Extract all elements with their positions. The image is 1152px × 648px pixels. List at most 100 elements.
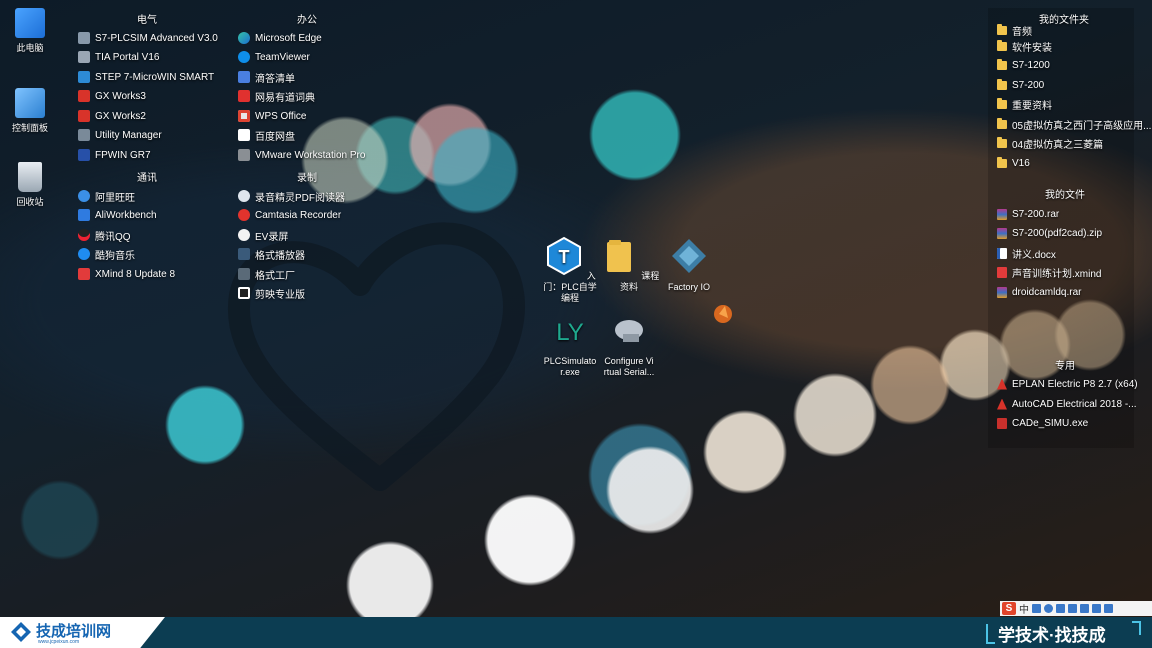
shortcut-aliworkbench[interactable]: AliWorkbench (78, 206, 157, 224)
docx-icon (997, 247, 1007, 259)
fpwin-icon (78, 149, 90, 161)
folder-icon (997, 58, 1007, 70)
pdf-reader-icon (238, 190, 250, 202)
gx-works3-icon (78, 90, 90, 102)
skin-icon[interactable] (1080, 604, 1089, 613)
camtasia-icon (238, 209, 250, 221)
autocad-icon (997, 398, 1007, 410)
shortcut-xmind[interactable]: XMind 8 Update 8 (78, 265, 175, 283)
desktop-icon-recycle-bin[interactable]: 回收站 (2, 162, 58, 208)
shortcut-qq[interactable]: 腾讯QQ (78, 226, 131, 244)
microphone-icon[interactable] (1056, 604, 1065, 613)
file-item[interactable]: 声音训练计划.xmind (997, 263, 1101, 281)
group-title-record: 录制 (297, 173, 317, 184)
teamviewer-icon (238, 51, 250, 63)
ev-recorder-icon (238, 229, 250, 241)
shortcut-format-player[interactable]: 格式播放器 (238, 245, 305, 263)
file-item[interactable]: S7-200(pdf2cad).zip (997, 224, 1102, 242)
slogan-bracket-right (1132, 621, 1141, 635)
shortcut-gx-works3[interactable]: GX Works3 (78, 87, 146, 105)
desktop-icon-label: 此电脑 (16, 43, 44, 53)
format-player-icon (238, 248, 250, 260)
tool-item-autocad[interactable]: AutoCAD Electrical 2018 -... (997, 395, 1137, 413)
file-item[interactable]: S7-200.rar (997, 205, 1059, 223)
microwin-icon (78, 71, 90, 83)
menu-icon[interactable] (1104, 604, 1113, 613)
shortcut-vmware[interactable]: VMware Workstation Pro (238, 146, 365, 164)
shortcut-plcsim-advanced[interactable]: S7-PLCSIM Advanced V3.0 (78, 29, 218, 47)
shortcut-gx-works2[interactable]: GX Works2 (78, 107, 146, 125)
folder-item[interactable]: 04虚拟仿真之三菱篇 (997, 134, 1103, 152)
folder-icon (997, 117, 1007, 129)
folder-item[interactable]: 软件安装 (997, 37, 1052, 55)
shortcut-dida[interactable]: 滴答清单 (238, 68, 295, 86)
desktop-icon-plc-course[interactable]: T 入门：PLC自学编程 (539, 236, 601, 304)
folder-icon (997, 156, 1007, 168)
shortcut-aliwangwang[interactable]: 阿里旺旺 (78, 187, 135, 205)
folder-item[interactable]: 05虚拟仿真之西门子高级应用... (997, 115, 1151, 133)
emoji-icon[interactable] (1044, 604, 1053, 613)
toolbox-icon[interactable] (1092, 604, 1101, 613)
kugou-icon (78, 248, 90, 260)
cade-simu-icon (997, 417, 1007, 429)
punctuation-icon[interactable] (1032, 604, 1041, 613)
folder-icon (997, 97, 1007, 109)
file-item[interactable]: droidcamldq.rar (997, 283, 1081, 301)
folder-item[interactable]: V16 (997, 154, 1030, 172)
rar-icon (997, 208, 1007, 220)
group-title-electrical: 电气 (137, 15, 157, 26)
desktop-icon-plcsimulator[interactable]: LY PLCSimulato r.exe (539, 310, 601, 378)
ly-icon: LY (556, 319, 584, 346)
shortcut-camtasia[interactable]: Camtasia Recorder (238, 206, 341, 224)
folder-item[interactable]: S7-200 (997, 76, 1044, 94)
desktop-icon-factory-io[interactable]: Factory IO (658, 236, 720, 293)
shortcut-utility-manager[interactable]: Utility Manager (78, 126, 162, 144)
folder-icon (997, 78, 1007, 90)
shortcut-edge[interactable]: Microsoft Edge (238, 29, 322, 47)
desktop-icon-virtual-serial[interactable]: Configure Vi rtual Serial... (598, 310, 660, 378)
folders-title: 我的文件夹 (1039, 15, 1089, 26)
tool-item-eplan[interactable]: EPLAN Electric P8 2.7 (x64) (997, 375, 1138, 393)
shortcut-youdao[interactable]: 网易有道词典 (238, 87, 315, 105)
qq-icon (78, 229, 90, 241)
shortcut-wps[interactable]: WPS Office (238, 107, 307, 125)
folder-icon (606, 240, 631, 272)
shortcut-format-factory[interactable]: 格式工厂 (238, 265, 295, 283)
zip-icon (997, 227, 1007, 239)
slogan: 学技术·找技成 (998, 626, 1106, 645)
folder-icon (997, 39, 1007, 51)
shortcut-baidu-netdisk[interactable]: 百度网盘 (238, 126, 295, 144)
svg-text:T: T (559, 247, 570, 267)
desktop-icon-course-materials[interactable]: 课程资料 (598, 236, 660, 293)
shortcut-ev-recorder[interactable]: EV录屏 (238, 226, 288, 244)
ime-mode[interactable]: 中 (1019, 601, 1029, 616)
ime-toolbar[interactable]: S 中 (1000, 601, 1152, 616)
utility-manager-icon (78, 129, 90, 141)
shortcut-kugou[interactable]: 酷狗音乐 (78, 245, 135, 263)
desktop-icon-control-panel[interactable]: 控制面板 (2, 88, 58, 134)
keyboard-icon[interactable] (1068, 604, 1077, 613)
format-factory-icon (238, 268, 250, 280)
control-panel-icon (15, 88, 45, 118)
app-icon (714, 305, 732, 323)
aliwangwang-icon (78, 190, 90, 202)
tool-item-cade-simu[interactable]: CADe_SIMU.exe (997, 414, 1088, 432)
logo-icon (11, 622, 31, 642)
shortcut-jianying[interactable]: 剪映专业版 (238, 284, 305, 302)
shortcut-microwin[interactable]: STEP 7-MicroWIN SMART (78, 68, 214, 86)
desktop-icon-app[interactable] (684, 300, 746, 346)
desktop-icon-this-pc[interactable]: 此电脑 (2, 8, 58, 54)
vmware-icon (238, 149, 250, 161)
shortcut-tia-portal[interactable]: TIA Portal V16 (78, 48, 159, 66)
gx-works2-icon (78, 110, 90, 122)
computer-icon (15, 8, 45, 38)
recycle-bin-icon (18, 162, 42, 192)
folder-item[interactable]: 重要资料 (997, 95, 1052, 113)
shortcut-teamviewer[interactable]: TeamViewer (238, 48, 310, 66)
tia-portal-icon (78, 51, 90, 63)
folder-icon (997, 23, 1007, 35)
folder-item[interactable]: S7-1200 (997, 56, 1050, 74)
shortcut-pdf-reader[interactable]: 录音精灵PDF阅读器 (238, 187, 345, 205)
file-item[interactable]: 讲义.docx (997, 244, 1056, 262)
shortcut-fpwin[interactable]: FPWIN GR7 (78, 146, 151, 164)
